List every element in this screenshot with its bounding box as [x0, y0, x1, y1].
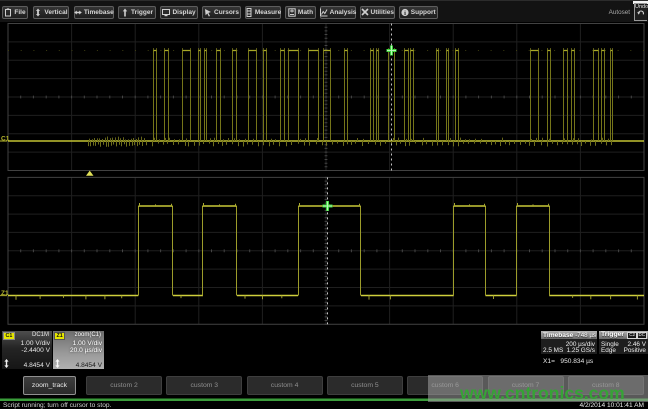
svg-text:i: i: [404, 10, 406, 17]
